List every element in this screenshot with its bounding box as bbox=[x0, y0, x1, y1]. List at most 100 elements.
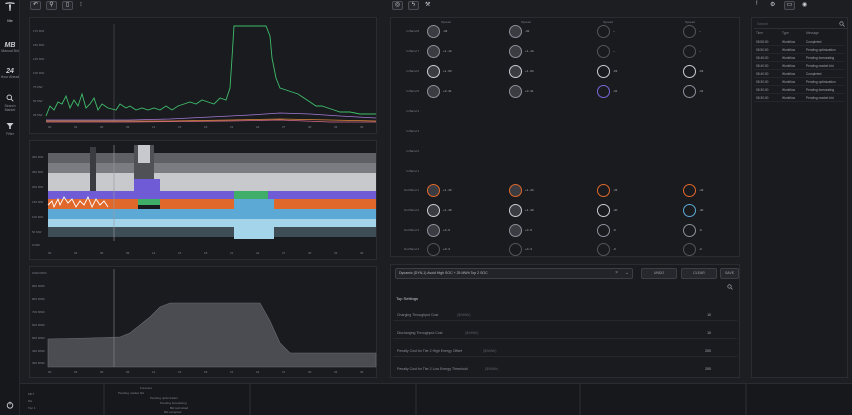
bid-node[interactable] bbox=[683, 204, 696, 217]
chevron-down-icon[interactable]: ⌄ bbox=[625, 270, 629, 276]
undo-button[interactable]: UNDO bbox=[641, 268, 677, 279]
bid-node[interactable] bbox=[509, 65, 522, 78]
x-tick-label: 24 bbox=[256, 251, 260, 255]
log-row[interactable]: 05:55:00 Workflow Completed bbox=[754, 39, 845, 46]
log-time: 05:30:00 bbox=[756, 80, 769, 84]
bid-node[interactable] bbox=[427, 25, 440, 38]
clear-icon[interactable]: × bbox=[615, 270, 618, 276]
sidebar-item-manual-bid[interactable]: MB Manual Bid bbox=[0, 42, 20, 53]
bid-node[interactable] bbox=[427, 65, 440, 78]
log-row[interactable]: 05:40:00 Workflow Pending market bid bbox=[754, 63, 845, 70]
expand-button[interactable]: ▯ bbox=[62, 1, 73, 10]
log-search-input[interactable]: Search bbox=[754, 21, 847, 29]
back-button[interactable]: ↶ bbox=[30, 1, 41, 10]
row-label: In Band 8 bbox=[406, 29, 419, 33]
lightning-icon: ϟ bbox=[411, 2, 416, 8]
log-header-type: Type bbox=[782, 31, 789, 35]
pin-button[interactable]: ⚲ bbox=[46, 1, 57, 10]
bid-node[interactable] bbox=[683, 85, 696, 98]
bid-node[interactable] bbox=[427, 85, 440, 98]
bid-node[interactable] bbox=[683, 25, 696, 38]
power-icon[interactable] bbox=[0, 401, 20, 411]
log-row[interactable]: 05:40:00 Workflow Completed bbox=[754, 71, 845, 78]
log-header: Time Type Message bbox=[754, 31, 845, 37]
setting-row[interactable]: Penalty Cost for Tier 2 Low Energy Thres… bbox=[393, 363, 737, 375]
bid-node[interactable] bbox=[427, 243, 440, 256]
log-row[interactable]: 05:30:00 Workflow Pending forecasting bbox=[754, 87, 845, 94]
x-tick-label: 12 bbox=[152, 251, 156, 255]
save-button[interactable]: SAVE bbox=[720, 268, 739, 279]
bid-node[interactable] bbox=[509, 85, 522, 98]
log-row[interactable]: 05:50:00 Workflow Pending optimization bbox=[754, 47, 845, 54]
log-time: 05:30:00 bbox=[756, 96, 769, 100]
settings-search-icon[interactable] bbox=[727, 284, 733, 292]
x-tick-label: 24 bbox=[256, 125, 260, 129]
bid-node[interactable] bbox=[597, 85, 610, 98]
target-button[interactable]: ◎ bbox=[392, 1, 403, 10]
lightning-button[interactable]: ϟ bbox=[408, 1, 419, 10]
bid-node[interactable] bbox=[509, 243, 522, 256]
tesla-logo[interactable] bbox=[0, 2, 20, 14]
node-value: +0 -9 bbox=[525, 228, 532, 232]
log-row[interactable]: 05:30:00 Workflow Pending optimization bbox=[754, 79, 845, 86]
log-type: Workflow bbox=[782, 88, 796, 92]
band-light-blue bbox=[48, 219, 376, 227]
x-tick-label: 33 bbox=[334, 251, 338, 255]
wrench-icon[interactable]: ⚒ bbox=[425, 1, 430, 8]
setting-value[interactable]: 10 bbox=[707, 309, 711, 321]
bid-node[interactable] bbox=[597, 65, 610, 78]
log-row[interactable]: 05:45:00 Workflow Pending forecasting bbox=[754, 55, 845, 62]
bid-node[interactable] bbox=[509, 25, 522, 38]
bid-node[interactable] bbox=[597, 25, 610, 38]
bid-node[interactable] bbox=[427, 184, 440, 197]
bid-node[interactable] bbox=[683, 224, 696, 237]
x-tick-label: 36 bbox=[360, 370, 364, 374]
alert-icon[interactable]: ! bbox=[756, 1, 758, 7]
bid-node[interactable] bbox=[427, 224, 440, 237]
strategy-select[interactable]: Dynamic (DYN-1) Avoid High SOC + 25 MWh … bbox=[395, 268, 633, 279]
x-tick-label: 00 bbox=[48, 370, 52, 374]
sidebar-item-search-market[interactable]: Search Market bbox=[0, 94, 20, 112]
bid-node[interactable] bbox=[683, 45, 696, 58]
bid-node[interactable] bbox=[683, 184, 696, 197]
setting-value[interactable]: 200 bbox=[705, 363, 711, 375]
bid-node[interactable] bbox=[427, 45, 440, 58]
bid-node[interactable] bbox=[597, 45, 610, 58]
bid-node[interactable] bbox=[509, 184, 522, 197]
node-value: -40 bbox=[699, 208, 704, 212]
more-icon[interactable]: ⁝ bbox=[80, 1, 82, 8]
bid-node[interactable] bbox=[683, 65, 696, 78]
band-green bbox=[138, 199, 160, 205]
bid-node[interactable] bbox=[597, 224, 610, 237]
account-label[interactable]: Me bbox=[0, 18, 20, 24]
setting-value[interactable]: 200 bbox=[705, 345, 711, 357]
setting-row[interactable]: Penalty Cost for Tier 2 High Energy Offs… bbox=[393, 345, 737, 357]
bid-node[interactable] bbox=[597, 184, 610, 197]
clear-button[interactable]: CLEAR bbox=[681, 268, 717, 279]
band-orange-3 bbox=[274, 199, 376, 209]
gear-icon[interactable]: ⚙ bbox=[770, 1, 775, 8]
node-value: -- bbox=[613, 29, 615, 33]
bid-node[interactable] bbox=[683, 243, 696, 256]
user-icon[interactable]: ◉ bbox=[802, 1, 807, 8]
monitor-button[interactable]: ▭ bbox=[784, 1, 795, 10]
bid-node[interactable] bbox=[509, 224, 522, 237]
band-grey-mid bbox=[48, 163, 376, 173]
bid-node[interactable] bbox=[509, 45, 522, 58]
band-blue bbox=[48, 209, 376, 219]
bid-node[interactable] bbox=[597, 243, 610, 256]
setting-row[interactable]: Charging Throughput Cost ($/MWh) 10 bbox=[393, 309, 737, 321]
node-value: -31 bbox=[699, 89, 704, 93]
green-series-line bbox=[45, 25, 376, 117]
log-row[interactable]: 05:30:00 Workflow Pending market bid bbox=[754, 95, 845, 102]
x-tick-label: 15 bbox=[178, 251, 182, 255]
node-value: +0 -3 bbox=[525, 247, 532, 251]
bid-node[interactable] bbox=[509, 204, 522, 217]
setting-value[interactable]: 10 bbox=[707, 327, 711, 339]
log-message: Completed bbox=[806, 40, 822, 44]
sidebar-item-hour-ahead[interactable]: 24 Hour Ahead bbox=[0, 68, 20, 79]
sidebar-item-filter[interactable]: Filter bbox=[0, 122, 20, 136]
bid-node[interactable] bbox=[427, 204, 440, 217]
bid-node[interactable] bbox=[597, 204, 610, 217]
setting-row[interactable]: Discharging Throughput Cost ($/MWh) 10 bbox=[393, 327, 737, 339]
